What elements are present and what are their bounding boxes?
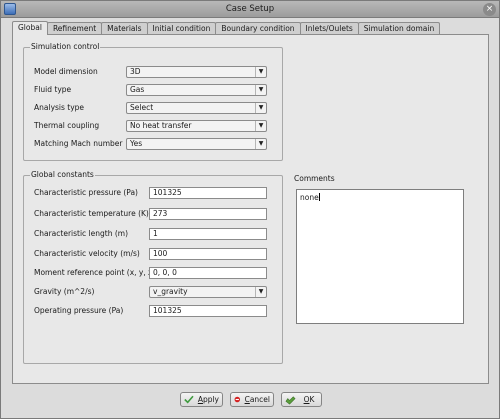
ok-button[interactable]: OK xyxy=(281,392,322,407)
comments-textarea[interactable]: none xyxy=(296,189,464,324)
window-close-icon[interactable]: × xyxy=(483,3,496,16)
characteristic-temperature-label: Characteristic temperature (K) xyxy=(34,209,149,218)
gravity-select[interactable]: v_gravity ▼ xyxy=(149,286,267,298)
title-bar: Case Setup × xyxy=(1,1,499,18)
model-dimension-row: Model dimension 3D ▼ xyxy=(24,66,282,78)
dropdown-arrow-icon[interactable]: ▼ xyxy=(255,121,266,131)
operating-pressure-input[interactable]: 101325 xyxy=(149,305,267,317)
thermal-coupling-select[interactable]: No heat transfer ▼ xyxy=(126,120,267,132)
matching-mach-number-row: Matching Mach number Yes ▼ xyxy=(24,138,282,150)
characteristic-length-input[interactable]: 1 xyxy=(149,228,267,240)
global-constants-group: Global constants Characteristic pressure… xyxy=(23,170,283,364)
operating-pressure-row: Operating pressure (Pa) 101325 xyxy=(24,305,282,317)
characteristic-length-row: Characteristic length (m) 1 xyxy=(24,228,282,240)
apply-button[interactable]: Apply xyxy=(180,392,223,407)
fluid-type-value: Gas xyxy=(130,85,145,94)
operating-pressure-label: Operating pressure (Pa) xyxy=(34,306,124,315)
thermal-coupling-label: Thermal coupling xyxy=(34,121,100,130)
gravity-row: Gravity (m^2/s) v_gravity ▼ xyxy=(24,286,282,298)
matching-mach-number-select[interactable]: Yes ▼ xyxy=(126,138,267,150)
simulation-control-title: Simulation control xyxy=(30,42,101,52)
ok-icon xyxy=(285,396,296,405)
global-constants-title: Global constants xyxy=(30,170,95,180)
model-dimension-value: 3D xyxy=(130,67,141,76)
simulation-control-group: Simulation control Model dimension 3D ▼ … xyxy=(23,42,283,161)
fluid-type-select[interactable]: Gas ▼ xyxy=(126,84,267,96)
cancel-label: Cancel xyxy=(244,395,270,404)
thermal-coupling-value: No heat transfer xyxy=(130,121,192,130)
analysis-type-value: Select xyxy=(130,103,154,112)
comments-text: none xyxy=(300,193,319,202)
dropdown-arrow-icon[interactable]: ▼ xyxy=(255,85,266,95)
characteristic-pressure-row: Characteristic pressure (Pa) 101325 xyxy=(24,187,282,199)
dropdown-arrow-icon[interactable]: ▼ xyxy=(255,139,266,149)
dropdown-arrow-icon[interactable]: ▼ xyxy=(255,67,266,77)
moment-reference-point-row: Moment reference point (x, y, z) 0, 0, 0 xyxy=(24,267,282,279)
moment-reference-point-label: Moment reference point (x, y, z) xyxy=(34,268,155,277)
analysis-type-label: Analysis type xyxy=(34,103,85,112)
cancel-icon xyxy=(234,396,241,403)
characteristic-length-label: Characteristic length (m) xyxy=(34,229,128,238)
apply-label: Apply xyxy=(197,395,219,404)
model-dimension-label: Model dimension xyxy=(34,67,98,76)
tab-global[interactable]: Global xyxy=(12,21,48,35)
case-setup-window: Case Setup × Global Refinement Materials… xyxy=(0,0,500,419)
analysis-type-select[interactable]: Select ▼ xyxy=(126,102,267,114)
dropdown-arrow-icon[interactable]: ▼ xyxy=(255,287,266,297)
thermal-coupling-row: Thermal coupling No heat transfer ▼ xyxy=(24,120,282,132)
text-cursor xyxy=(318,193,320,201)
fluid-type-row: Fluid type Gas ▼ xyxy=(24,84,282,96)
characteristic-velocity-row: Characteristic velocity (m/s) 100 xyxy=(24,248,282,260)
matching-mach-number-value: Yes xyxy=(130,139,143,148)
characteristic-pressure-label: Characteristic pressure (Pa) xyxy=(34,188,138,197)
characteristic-temperature-row: Characteristic temperature (K) 273 xyxy=(24,208,282,220)
model-dimension-select[interactable]: 3D ▼ xyxy=(126,66,267,78)
characteristic-pressure-input[interactable]: 101325 xyxy=(149,187,267,199)
comments-label: Comments xyxy=(294,174,335,183)
tab-bar: Global Refinement Materials Initial cond… xyxy=(12,21,441,35)
analysis-type-row: Analysis type Select ▼ xyxy=(24,102,282,114)
characteristic-temperature-input[interactable]: 273 xyxy=(149,208,267,220)
moment-reference-point-input[interactable]: 0, 0, 0 xyxy=(149,267,267,279)
matching-mach-number-label: Matching Mach number xyxy=(34,139,123,148)
ok-label: OK xyxy=(303,395,315,404)
global-tab-panel: Simulation control Model dimension 3D ▼ … xyxy=(12,34,489,384)
gravity-value: v_gravity xyxy=(153,287,188,296)
check-icon xyxy=(184,395,194,404)
dropdown-arrow-icon[interactable]: ▼ xyxy=(255,103,266,113)
window-title: Case Setup xyxy=(225,4,275,14)
characteristic-velocity-label: Characteristic velocity (m/s) xyxy=(34,249,140,258)
app-icon xyxy=(4,3,16,15)
characteristic-velocity-input[interactable]: 100 xyxy=(149,248,267,260)
gravity-label: Gravity (m^2/s) xyxy=(34,287,95,296)
cancel-button[interactable]: Cancel xyxy=(230,392,274,407)
fluid-type-label: Fluid type xyxy=(34,85,72,94)
